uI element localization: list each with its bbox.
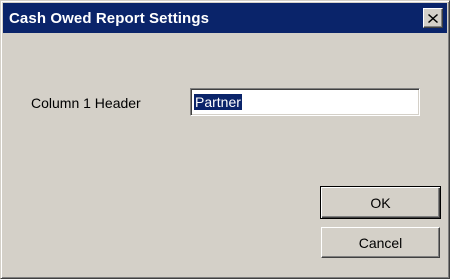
close-icon — [428, 13, 438, 23]
close-button[interactable] — [423, 8, 443, 28]
cancel-button[interactable]: Cancel — [321, 227, 440, 258]
column1-header-input[interactable]: Partner — [190, 88, 420, 116]
column1-header-label: Column 1 Header — [31, 95, 141, 111]
dialog-title: Cash Owed Report Settings — [9, 9, 210, 27]
settings-dialog: Cash Owed Report Settings Column 1 Heade… — [0, 0, 450, 279]
column1-header-value: Partner — [194, 94, 242, 110]
ok-button-label: OK — [370, 194, 391, 211]
title-bar[interactable]: Cash Owed Report Settings — [3, 3, 447, 33]
cancel-button-label: Cancel — [358, 234, 403, 251]
ok-button[interactable]: OK — [320, 186, 441, 219]
